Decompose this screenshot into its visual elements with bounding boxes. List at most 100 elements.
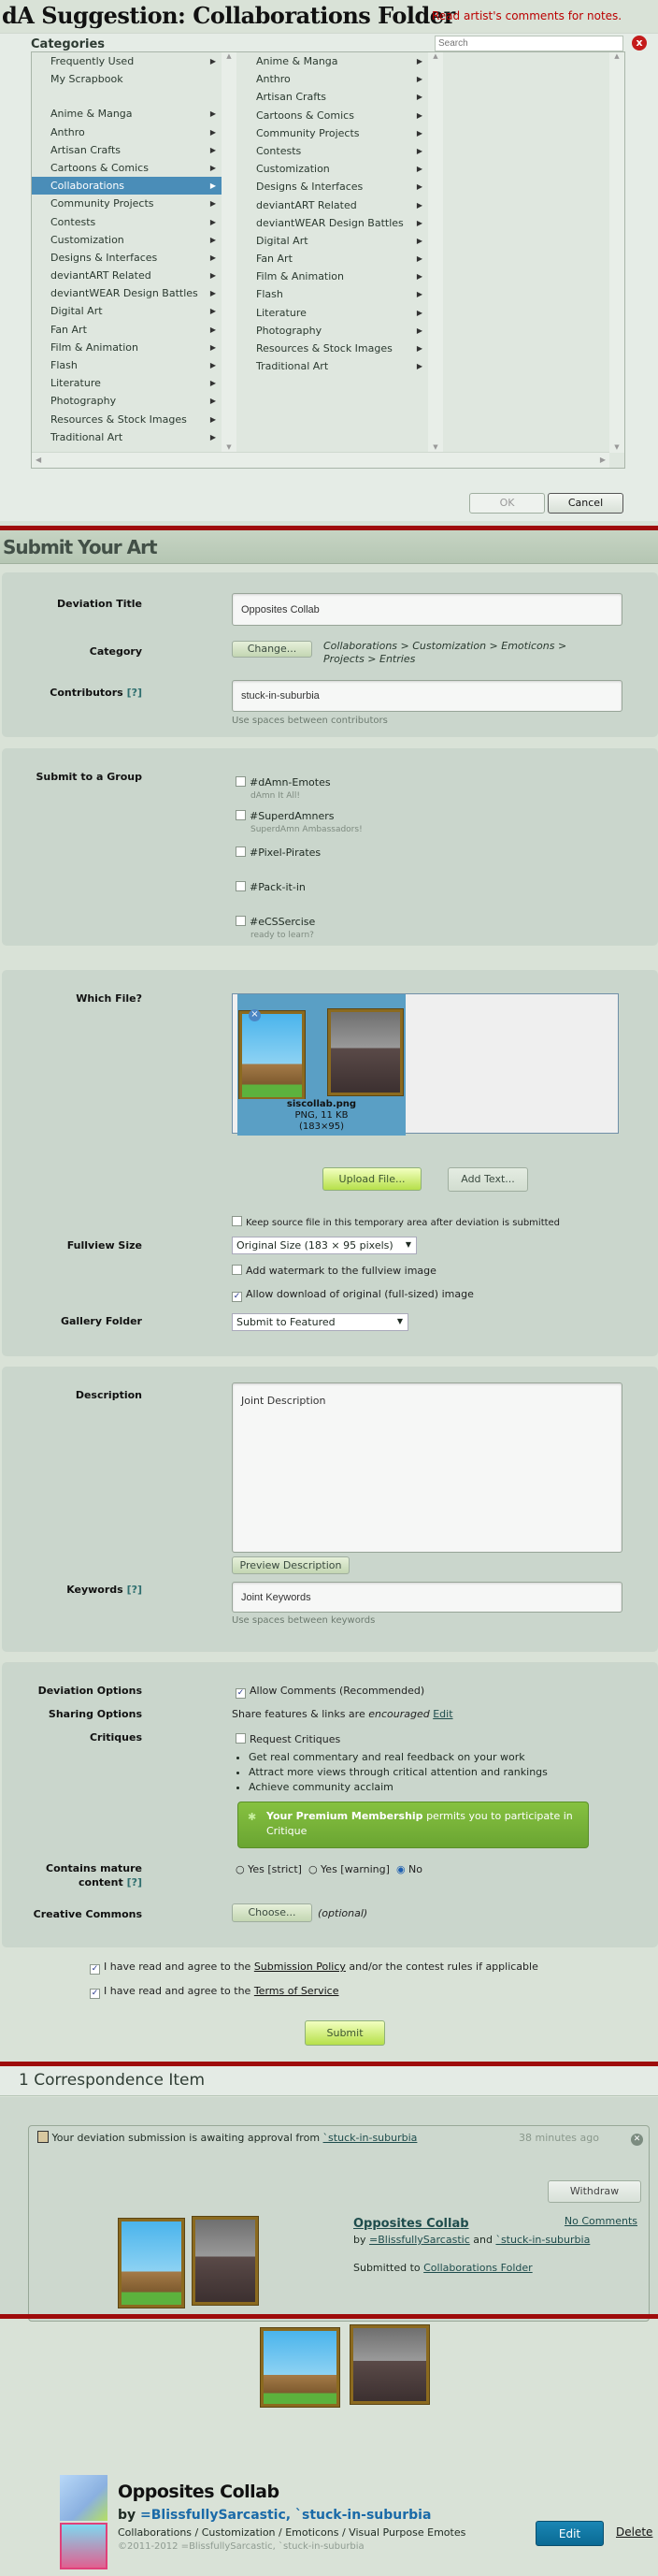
submit-button[interactable]: Submit (305, 2020, 385, 2046)
group-checkbox[interactable] (236, 776, 246, 787)
category-item[interactable]: Anthro ▶ (237, 70, 428, 88)
category-item[interactable]: deviantWEAR Design Battles ▶ (32, 284, 222, 302)
category-item[interactable]: deviantART Related ▶ (237, 196, 428, 214)
cancel-button[interactable]: Cancel (548, 493, 623, 514)
category-item[interactable]: Fan Art ▶ (32, 321, 222, 339)
author-link[interactable]: =BlissfullySarcastic, (140, 2508, 291, 2523)
upload-file-button[interactable]: Upload File... (322, 1167, 422, 1191)
category-item[interactable]: Artisan Crafts ▶ (237, 88, 428, 106)
group-checkbox[interactable] (236, 810, 246, 820)
category-item[interactable]: Community Projects ▶ (237, 124, 428, 142)
preview-description-button[interactable]: Preview Description (232, 1556, 350, 1574)
ok-button[interactable]: OK (469, 493, 545, 514)
tos-link[interactable]: Terms of Service (254, 1985, 339, 1997)
gallery-select[interactable]: Submit to Featured ▼ (232, 1313, 408, 1331)
sharing-edit-link[interactable]: Edit (433, 1708, 452, 1720)
deviation-thumbnail[interactable] (193, 2217, 258, 2305)
deviation-thumbnail[interactable] (119, 2219, 184, 2308)
category-item[interactable]: Cartoons & Comics ▶ (32, 159, 222, 177)
category-breadcrumb[interactable]: Collaborations / Customization / Emotico… (118, 2526, 465, 2539)
category-item[interactable]: Artisan Crafts ▶ (32, 141, 222, 159)
scrollbar[interactable]: ▲ ▼ (222, 52, 236, 453)
help-link[interactable]: [?] (127, 1876, 142, 1889)
help-link[interactable]: [?] (127, 1584, 142, 1596)
category-item[interactable]: Designs & Interfaces ▶ (32, 249, 222, 267)
group-option[interactable]: #Pack-it-in (236, 881, 306, 893)
category-item[interactable]: Customization ▶ (32, 231, 222, 249)
author-link[interactable]: `stuck-in-suburbia (495, 2234, 590, 2246)
file-thumbnail[interactable]: × (237, 994, 406, 1100)
description-textarea[interactable]: Joint Description (232, 1382, 622, 1553)
category-item[interactable]: Frequently Used ▶ (32, 52, 222, 70)
group-checkbox[interactable] (236, 916, 246, 926)
folder-link[interactable]: Collaborations Folder (423, 2262, 533, 2274)
author-avatar[interactable] (60, 2523, 107, 2569)
change-category-button[interactable]: Change... (232, 641, 312, 658)
category-item[interactable]: Collaborations ▶ (32, 177, 222, 195)
watermark-checkbox[interactable] (232, 1265, 242, 1275)
watermark-option[interactable]: Add watermark to the fullview image (232, 1265, 436, 1277)
group-option[interactable]: #dAmn-Emotes dAmn It All! (236, 776, 331, 801)
category-item[interactable]: Anime & Manga ▶ (32, 105, 222, 123)
category-item[interactable]: Traditional Art ▶ (32, 428, 222, 446)
delete-link[interactable]: Delete (616, 2525, 652, 2539)
category-item[interactable]: Flash ▶ (32, 356, 222, 374)
request-critiques-option[interactable]: Request Critiques (236, 1733, 340, 1745)
allow-download-checkbox[interactable]: ✓ (232, 1292, 242, 1302)
category-item[interactable]: Cartoons & Comics ▶ (237, 107, 428, 124)
allow-comments-option[interactable]: ✓ Allow Comments (Recommended) (236, 1685, 424, 1699)
agree-policy-option[interactable]: ✓ I have read and agree to the Submission… (90, 1961, 538, 1975)
fullview-select[interactable]: Original Size (183 × 95 pixels) ▼ (232, 1237, 417, 1254)
help-link[interactable]: [?] (127, 687, 142, 699)
edit-button[interactable]: Edit (536, 2521, 604, 2546)
category-item[interactable]: Literature ▶ (32, 374, 222, 392)
group-checkbox[interactable] (236, 847, 246, 857)
category-item[interactable]: Film & Animation ▶ (32, 339, 222, 356)
withdraw-button[interactable]: Withdraw (548, 2180, 641, 2203)
category-item[interactable]: Resources & Stock Images ▶ (32, 411, 222, 428)
keep-source-checkbox[interactable] (232, 1216, 242, 1226)
category-item[interactable]: Digital Art ▶ (237, 232, 428, 250)
contributors-input[interactable] (232, 680, 622, 712)
category-item[interactable]: Community Projects ▶ (32, 195, 222, 212)
category-item[interactable]: deviantWEAR Design Battles ▶ (237, 214, 428, 232)
scrollbar[interactable]: ▲ ▼ (609, 52, 624, 453)
category-item[interactable]: Anime & Manga ▶ (237, 52, 428, 70)
category-item[interactable]: Flash ▶ (237, 285, 428, 303)
keywords-input[interactable] (232, 1582, 622, 1613)
group-option[interactable]: #Pixel-Pirates (236, 847, 321, 859)
category-item[interactable]: Contests ▶ (237, 142, 428, 160)
category-item[interactable]: Digital Art ▶ (32, 302, 222, 320)
category-item[interactable]: Contests ▶ (32, 213, 222, 231)
allow-comments-checkbox[interactable]: ✓ (236, 1688, 246, 1699)
category-item[interactable]: Designs & Interfaces ▶ (237, 178, 428, 195)
category-item[interactable]: Traditional Art ▶ (237, 357, 428, 375)
category-item[interactable]: Anthro ▶ (32, 123, 222, 141)
agree-policy-checkbox[interactable]: ✓ (90, 1964, 100, 1975)
agree-tos-checkbox[interactable]: ✓ (90, 1989, 100, 1999)
author-link[interactable]: =BlissfullySarcastic (369, 2234, 470, 2246)
submission-policy-link[interactable]: Submission Policy (254, 1961, 346, 1973)
author-avatar[interactable] (60, 2475, 107, 2521)
radio-yes-strict[interactable]: ○ Yes [strict] (236, 1863, 302, 1875)
category-item[interactable]: Fan Art ▶ (237, 250, 428, 268)
scrollbar[interactable]: ▲ ▼ (428, 52, 443, 453)
agree-tos-option[interactable]: ✓ I have read and agree to the Terms of S… (90, 1985, 338, 1999)
request-critiques-checkbox[interactable] (236, 1733, 246, 1744)
category-item[interactable]: Literature ▶ (237, 304, 428, 322)
allow-download-option[interactable]: ✓ Allow download of original (full-sized)… (232, 1288, 474, 1302)
group-checkbox[interactable] (236, 881, 246, 891)
group-option[interactable]: #SuperdAmners SuperdAmn Ambassadors! (236, 810, 363, 834)
category-item[interactable]: My Scrapbook (32, 70, 222, 88)
group-option[interactable]: #eCSSercise ready to learn? (236, 916, 315, 940)
horizontal-scrollbar[interactable]: ◀ ▶ (32, 452, 609, 468)
deviation-image[interactable] (350, 2325, 429, 2404)
category-item[interactable]: Photography ▶ (237, 322, 428, 340)
add-text-button[interactable]: Add Text... (448, 1167, 528, 1192)
category-item[interactable]: Film & Animation ▶ (237, 268, 428, 285)
choose-license-button[interactable]: Choose... (232, 1903, 312, 1922)
category-item[interactable]: Photography ▶ (32, 392, 222, 410)
radio-no[interactable]: ◉ No (396, 1863, 422, 1875)
category-item[interactable]: deviantART Related ▶ (32, 267, 222, 284)
author-link[interactable]: `stuck-in-suburbia (295, 2508, 431, 2523)
